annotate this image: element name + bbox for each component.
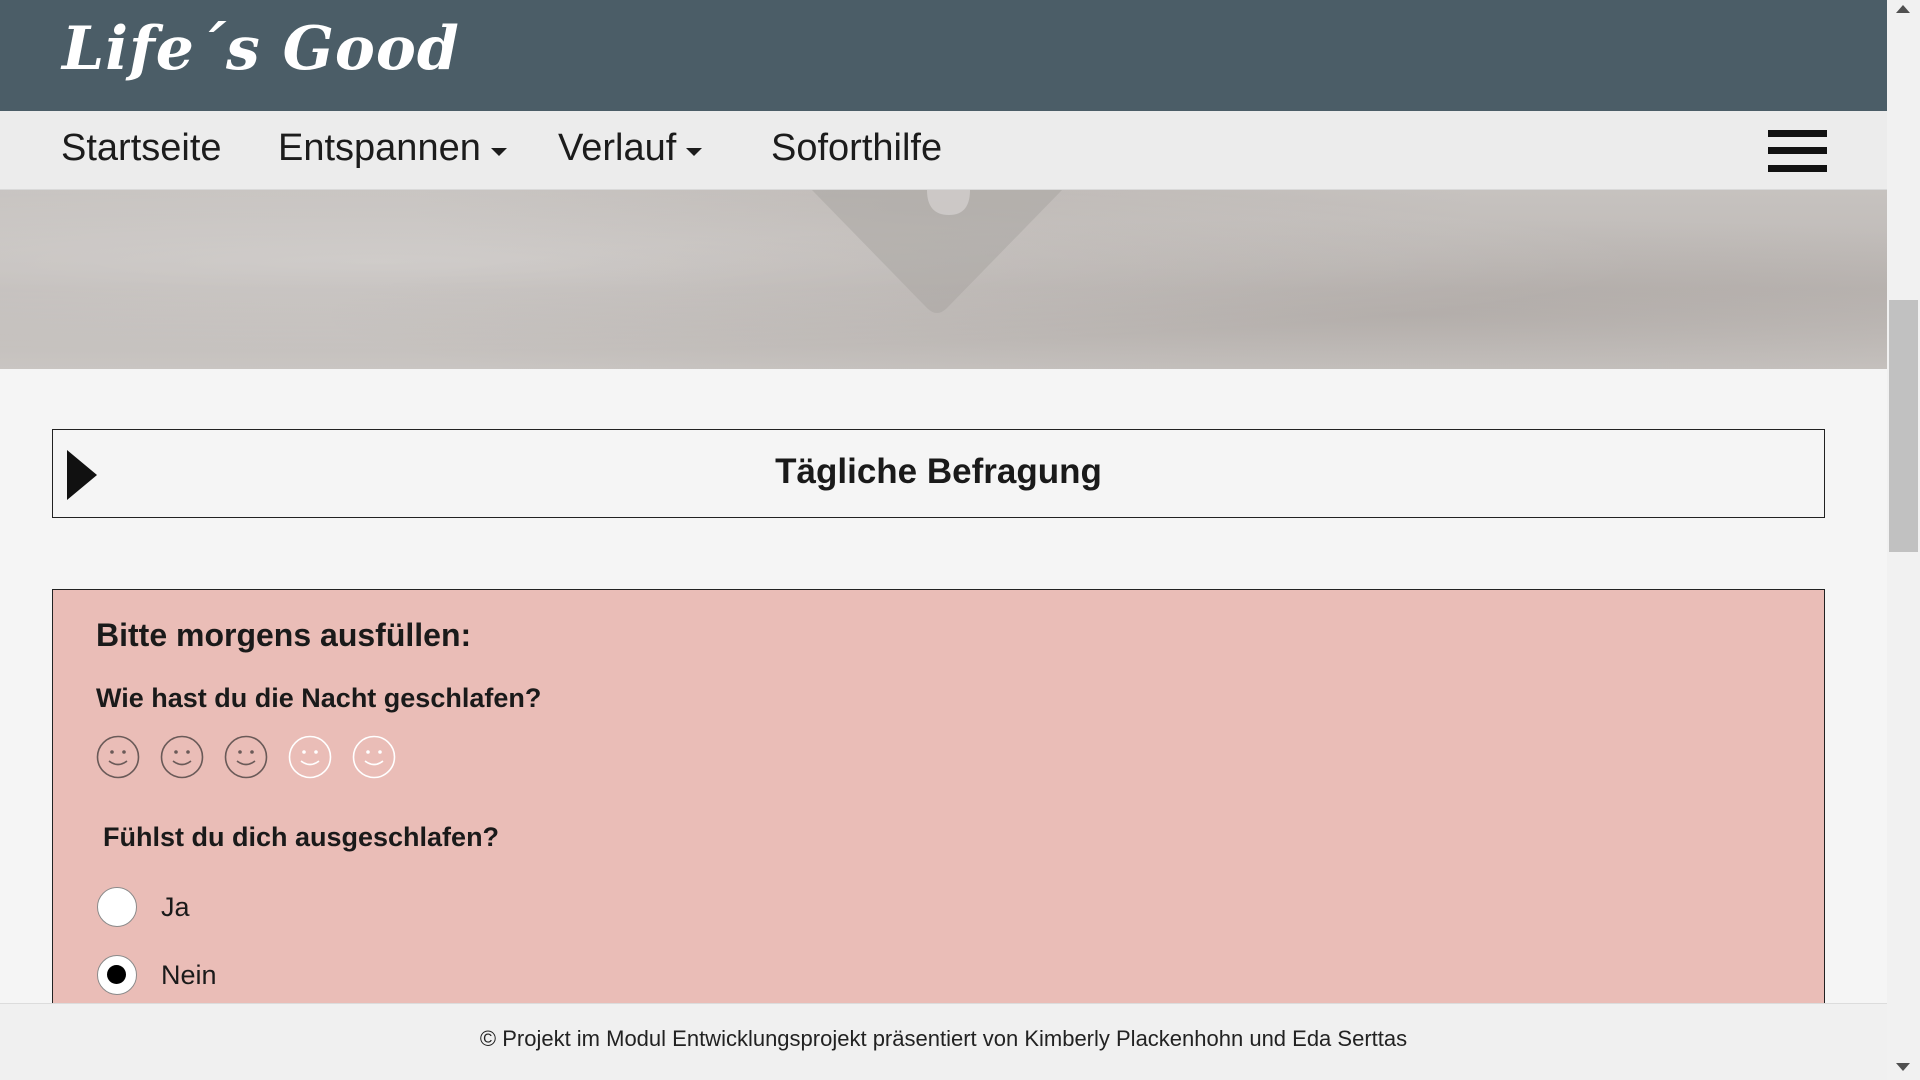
- question-sleep: Wie hast du die Nacht geschlafen?: [96, 683, 542, 713]
- scrollbar-thumb[interactable]: [1889, 300, 1918, 552]
- nav-item-verlauf[interactable]: Verlauf: [558, 127, 703, 170]
- daily-survey-title: Tägliche Befragung: [775, 452, 1102, 491]
- smiley-icon[interactable]: [288, 735, 332, 779]
- footer-text: © Projekt im Modul Entwicklungsprojekt p…: [479, 1026, 1408, 1051]
- hero-banner: [0, 190, 1887, 369]
- page: Life´s Good Startseite Entspannen Verlau…: [0, 0, 1887, 1080]
- main-nav: Startseite Entspannen Verlauf Soforthilf…: [0, 111, 1887, 190]
- radio-button[interactable]: [97, 955, 137, 995]
- vertical-scrollbar[interactable]: [1887, 0, 1920, 1080]
- site-logo[interactable]: Life´s Good: [62, 14, 460, 84]
- option-label: Ja: [161, 891, 190, 922]
- smiley-icon[interactable]: [160, 735, 204, 779]
- nav-item-entspannen[interactable]: Entspannen: [278, 127, 507, 170]
- radio-button[interactable]: [97, 887, 137, 927]
- form-heading: Bitte morgens ausfüllen:: [96, 617, 472, 653]
- nav-item-label: Verlauf: [558, 127, 677, 169]
- caret-down-icon: [490, 147, 507, 156]
- option-label: Nein: [161, 959, 217, 990]
- banner-heart-shape-icon: [812, 190, 1062, 313]
- scroll-up-icon[interactable]: [1896, 5, 1910, 13]
- nav-item-label: Soforthilfe: [771, 127, 943, 169]
- caret-down-icon: [686, 147, 703, 156]
- scroll-down-icon[interactable]: [1896, 1063, 1910, 1071]
- sleep-rating: [96, 735, 396, 779]
- smiley-icon[interactable]: [352, 735, 396, 779]
- smiley-icon[interactable]: [224, 735, 268, 779]
- hamburger-icon[interactable]: [1768, 130, 1827, 172]
- nav-item-label: Startseite: [61, 127, 222, 169]
- site-header: Life´s Good: [0, 0, 1887, 111]
- nav-item-startseite[interactable]: Startseite: [61, 127, 222, 170]
- daily-survey-toggle[interactable]: Tägliche Befragung: [52, 429, 1825, 518]
- option-ja[interactable]: Ja: [97, 887, 190, 927]
- site-footer: © Projekt im Modul Entwicklungsprojekt p…: [0, 1003, 1887, 1080]
- question-rested: Fühlst du dich ausgeschlafen?: [103, 822, 500, 852]
- option-nein[interactable]: Nein: [97, 955, 217, 995]
- nav-item-label: Entspannen: [278, 127, 481, 169]
- nav-item-soforthilfe[interactable]: Soforthilfe: [771, 127, 942, 170]
- smiley-icon[interactable]: [96, 735, 140, 779]
